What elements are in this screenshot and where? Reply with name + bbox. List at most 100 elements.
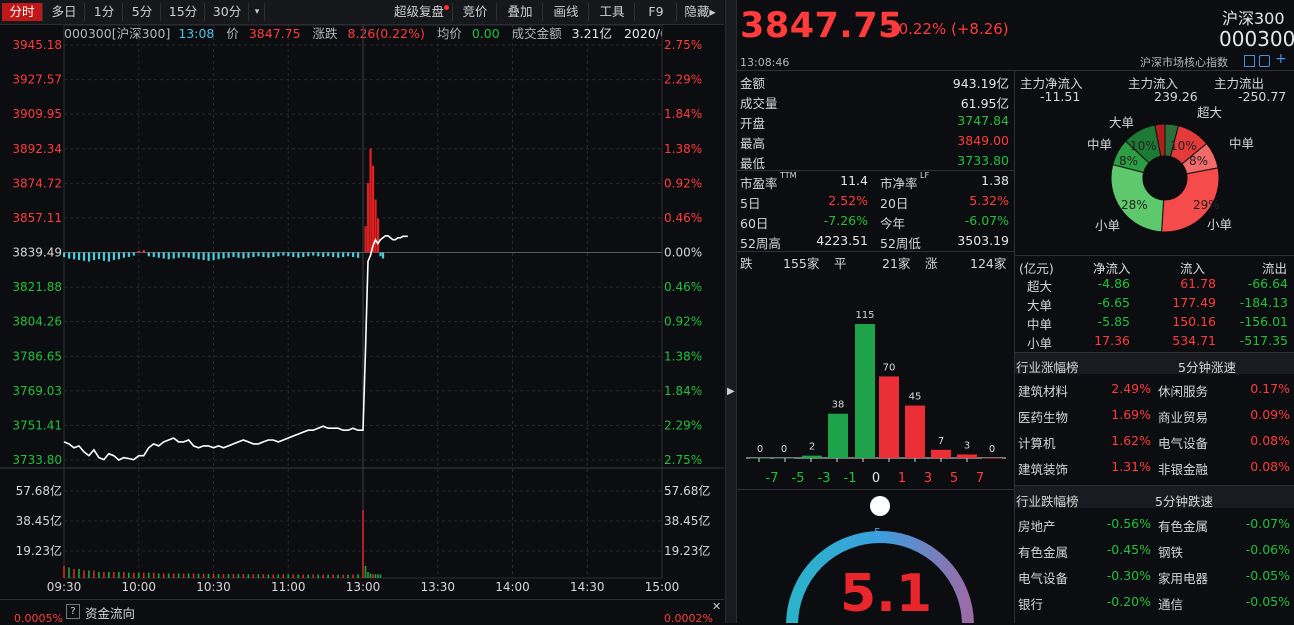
- change-bar: [157, 252, 160, 258]
- volume-bar: [307, 574, 309, 578]
- industry-change: 1.31%: [1111, 459, 1151, 474]
- quote-code: 000300: [1219, 27, 1294, 51]
- super-replay-button[interactable]: 超级复盘: [386, 3, 453, 21]
- gauge-marker-icon: [870, 496, 890, 516]
- volume-bar: [177, 573, 180, 578]
- tab-1min[interactable]: 1分: [86, 3, 123, 21]
- mainflow-out: -250.77: [1238, 89, 1287, 104]
- pct-axis-label: 0.46%: [664, 280, 702, 294]
- change-bar: [262, 252, 265, 258]
- overlay-button[interactable]: 叠加: [498, 3, 543, 21]
- dist-axis-label: 0: [872, 471, 880, 486]
- time-axis-label: 13:00: [346, 580, 381, 594]
- notification-dot-icon: [444, 5, 449, 10]
- time-axis-label: 13:30: [420, 580, 455, 594]
- pct-axis-label: 2.29%: [664, 418, 702, 432]
- dist-bar: [828, 413, 848, 458]
- stat-value: 3849.00: [957, 133, 1009, 148]
- volume-axis-label: 19.23亿: [16, 543, 62, 558]
- change-bar: [172, 252, 175, 259]
- flow-row-name: 超大: [1027, 279, 1053, 294]
- industry-down-speed-title[interactable]: 5分钟跌速: [1155, 491, 1213, 510]
- change-bar: [107, 252, 111, 262]
- breadth-up-count: 124家: [970, 256, 1007, 271]
- dist-axis-label: 7: [976, 471, 984, 486]
- change-bar: [327, 252, 330, 257]
- industry-speed: -0.05%: [1245, 568, 1290, 583]
- dist-axis-label: -7: [766, 471, 779, 486]
- time-axis-label: 14:30: [570, 580, 605, 594]
- stat-label: 金额: [740, 76, 766, 91]
- tab-multiday[interactable]: 多日: [44, 3, 85, 21]
- intraday-chart[interactable]: 3945.18 3927.57 3909.95 3892.34 3874.72 3857.…: [0, 25, 724, 597]
- change-bar: [202, 252, 205, 261]
- change-bar: [187, 252, 190, 258]
- donut-pct-5: 8%: [1119, 154, 1138, 168]
- expand-arrow-icon[interactable]: ▶: [727, 386, 735, 397]
- ratio-value: 2.52%: [828, 193, 868, 208]
- dist-axis-label: -5: [792, 471, 805, 486]
- change-bar: [167, 252, 170, 260]
- volume-bar: [132, 572, 135, 578]
- draw-line-button[interactable]: 画线: [544, 3, 589, 21]
- change-bar: [312, 252, 315, 256]
- change-bar: [267, 252, 270, 258]
- tools-button[interactable]: 工具: [590, 3, 635, 21]
- industry-name: 有色金属: [1018, 545, 1069, 560]
- breadth-flat-label: 平: [834, 256, 847, 271]
- dist-bar-label: 2: [809, 442, 815, 453]
- industry-name: 通信: [1158, 597, 1184, 612]
- auction-button[interactable]: 竞价: [454, 3, 497, 21]
- tab-30min[interactable]: 30分: [206, 3, 249, 21]
- ratio-value: 1.38: [981, 173, 1009, 188]
- volume-bar: [282, 574, 285, 578]
- edit-icon[interactable]: [1244, 55, 1255, 67]
- dist-bar-label: 38: [832, 400, 845, 411]
- flow-row-out: -517.35: [1239, 333, 1288, 348]
- industry-up-speed-title[interactable]: 5分钟涨速: [1178, 357, 1236, 376]
- dist-bar: [750, 458, 770, 459]
- flow-row-in: 61.78: [1180, 276, 1216, 291]
- stat-label: 成交量: [740, 96, 778, 111]
- industry-down-title[interactable]: 行业跌幅榜: [1016, 491, 1079, 510]
- close-icon[interactable]: ✕: [712, 600, 721, 613]
- pct-axis-label: 1.84%: [664, 384, 702, 398]
- tab-5min[interactable]: 5分: [124, 3, 161, 21]
- dist-bar: [982, 458, 1002, 459]
- donut-pct-3: 29%: [1193, 198, 1220, 212]
- industry-name: 商业贸易: [1158, 410, 1209, 425]
- donut-pct-6: 10%: [1130, 139, 1157, 153]
- fund-flow-left-axis: 0.0005%: [14, 612, 63, 625]
- volume-bar: [362, 510, 364, 578]
- f9-button[interactable]: F9: [636, 3, 677, 21]
- volume-bar: [217, 574, 220, 578]
- volume-bar: [197, 573, 200, 578]
- more-periods-dropdown[interactable]: ▾: [250, 3, 265, 21]
- dist-axis-label: 3: [924, 471, 932, 486]
- change-bar: [192, 252, 195, 259]
- industry-up-title[interactable]: 行业涨幅榜: [1016, 357, 1079, 376]
- alert-icon[interactable]: [1259, 55, 1270, 67]
- industry-name: 医药生物: [1018, 410, 1069, 425]
- change-bar: [82, 252, 86, 261]
- dist-bar-label: 7: [938, 436, 944, 447]
- help-icon[interactable]: ?: [66, 604, 80, 619]
- fund-flow-title[interactable]: 资金流向: [85, 603, 135, 622]
- donut-label-large: 大单: [1109, 115, 1134, 130]
- dist-bar: [905, 405, 925, 458]
- flow-row-out: -156.01: [1239, 314, 1288, 329]
- tab-intraday[interactable]: 分时: [2, 3, 43, 21]
- ratio-sup: TTM: [780, 171, 797, 180]
- hide-panel-button[interactable]: 隐藏▸: [678, 3, 722, 21]
- time-axis-label: 09:30: [47, 580, 82, 594]
- volume-bar: [118, 571, 120, 578]
- donut-pct-1: 10%: [1170, 139, 1197, 153]
- flow-table-header: (亿元): [1019, 261, 1054, 276]
- tab-15min[interactable]: 15分: [162, 3, 205, 21]
- volume-bar: [237, 574, 240, 578]
- quote-price: 3847.75: [740, 6, 903, 46]
- change-bar: [317, 252, 320, 257]
- volume-bar: [377, 574, 379, 578]
- dist-bar-label: 0: [757, 444, 763, 455]
- add-icon[interactable]: +: [1275, 52, 1287, 66]
